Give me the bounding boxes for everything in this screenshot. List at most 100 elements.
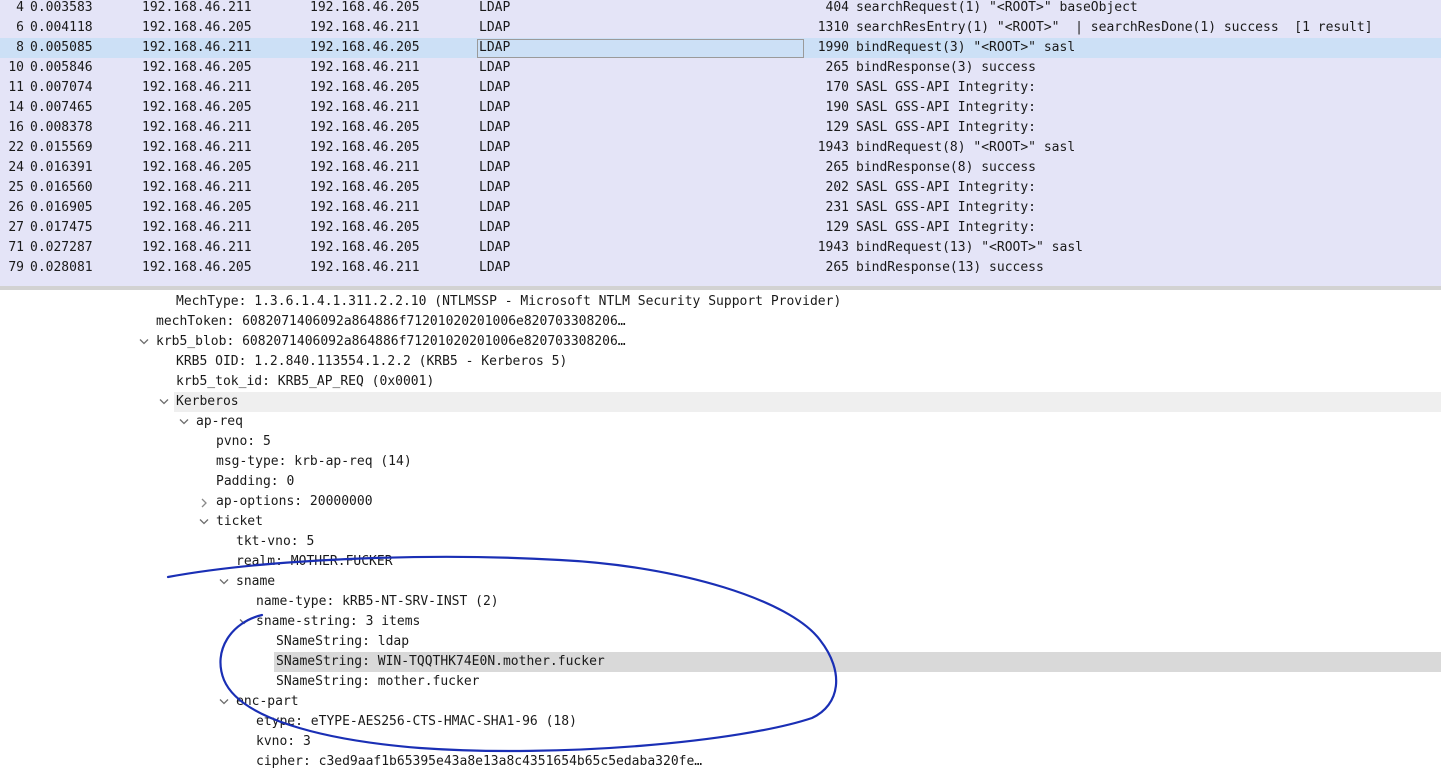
tree-item-label: SNameString: ldap: [276, 634, 410, 649]
packet-len-cell: 231: [825, 200, 849, 215]
tree-item[interactable]: Padding: 0: [0, 472, 1441, 492]
packet-proto-cell: LDAP: [479, 20, 511, 35]
packet-row[interactable]: 4 0.003583 192.168.46.211 192.168.46.205 LDA…: [0, 0, 1441, 18]
chevron-down-icon[interactable]: [218, 692, 230, 712]
packet-len-cell: 1943: [817, 240, 849, 255]
packet-dst-cell: 192.168.46.205: [310, 0, 420, 15]
packet-dst-cell: 192.168.46.211: [310, 160, 420, 175]
tree-item[interactable]: SNameString: mother.fucker: [0, 672, 1441, 692]
chevron-down-icon[interactable]: [218, 572, 230, 592]
packet-len-cell: 170: [825, 80, 849, 95]
tree-item-label: krb5_tok_id: KRB5_AP_REQ (0x0001): [176, 374, 435, 389]
tree-item[interactable]: cipher: c3ed9aaf1b65395e43a8e13a8c435165…: [0, 752, 1441, 772]
tree-item[interactable]: realm: MOTHER.FUCKER: [0, 552, 1441, 572]
tree-item[interactable]: ap-options: 20000000: [0, 492, 1441, 512]
tree-item[interactable]: ap-req: [0, 412, 1441, 432]
packet-row[interactable]: 10 0.005846 192.168.46.205 192.168.46.211 LD…: [0, 58, 1441, 78]
tree-item[interactable]: msg-type: krb-ap-req (14): [0, 452, 1441, 472]
tree-item[interactable]: ticket: [0, 512, 1441, 532]
packet-row[interactable]: 79 0.028081 192.168.46.205 192.168.46.211 LD…: [0, 258, 1441, 278]
packet-no-cell: 27: [8, 220, 24, 235]
packet-list: 4 0.003583 192.168.46.211 192.168.46.205 LDA…: [0, 0, 1441, 286]
tree-item[interactable]: sname: [0, 572, 1441, 592]
packet-proto-cell: LDAP: [479, 120, 511, 135]
tree-item-label: tkt-vno: 5: [236, 534, 315, 549]
tree-item-label: kvno: 3: [256, 734, 311, 749]
packet-src-cell: 192.168.46.211: [142, 120, 252, 135]
tree-item[interactable]: krb5_blob: 6082071406092a864886f71201020…: [0, 332, 1441, 352]
packet-row[interactable]: 22 0.015569 192.168.46.211 192.168.46.205 LD…: [0, 138, 1441, 158]
packet-dst-cell: 192.168.46.211: [310, 100, 420, 115]
packet-time-cell: 0.016560: [30, 180, 93, 195]
packet-row-partial[interactable]: [0, 278, 1441, 286]
packet-time-cell: 0.016391: [30, 160, 93, 175]
packet-info-cell: bindResponse(8) success: [856, 160, 1037, 175]
chevron-down-icon[interactable]: [178, 412, 190, 432]
packet-no-cell: 11: [8, 80, 24, 95]
packet-len-cell: 404: [825, 0, 849, 15]
packet-row[interactable]: 14 0.007465 192.168.46.205 192.168.46.211 LD…: [0, 98, 1441, 118]
packet-info-cell: SASL GSS-API Integrity:: [856, 200, 1037, 215]
packet-row[interactable]: 71 0.027287 192.168.46.211 192.168.46.205 LD…: [0, 238, 1441, 258]
packet-proto-cell: LDAP: [479, 260, 511, 275]
packet-src-cell: 192.168.46.211: [142, 0, 252, 15]
chevron-down-icon[interactable]: [158, 392, 170, 412]
packet-info-cell: searchRequest(1) "<ROOT>" baseObject: [856, 0, 1138, 15]
tree-item-label: enc-part: [236, 694, 299, 709]
tree-item-label: SNameString: mother.fucker: [276, 674, 480, 689]
packet-no-cell: 22: [8, 140, 24, 155]
packet-dst-cell: 192.168.46.211: [310, 200, 420, 215]
tree-item[interactable]: tkt-vno: 5: [0, 532, 1441, 552]
tree-item[interactable]: pvno: 5: [0, 432, 1441, 452]
tree-item[interactable]: SNameString: ldap: [0, 632, 1441, 652]
tree-item[interactable]: krb5_tok_id: KRB5_AP_REQ (0x0001): [0, 372, 1441, 392]
tree-item-label: name-type: kRB5-NT-SRV-INST (2): [256, 594, 499, 609]
packet-row[interactable]: 11 0.007074 192.168.46.211 192.168.46.205 LD…: [0, 78, 1441, 98]
packet-src-cell: 192.168.46.211: [142, 220, 252, 235]
packet-dst-cell: 192.168.46.205: [310, 240, 420, 255]
chevron-down-icon[interactable]: [138, 332, 150, 352]
packet-no-cell: 71: [8, 240, 24, 255]
tree-item[interactable]: Kerberos: [0, 392, 1441, 412]
tree-item[interactable]: kvno: 3: [0, 732, 1441, 752]
packet-no-cell: 6: [16, 20, 24, 35]
packet-time-cell: 0.007074: [30, 80, 93, 95]
tree-item-label: sname-string: 3 items: [256, 614, 421, 629]
packet-src-cell: 192.168.46.205: [142, 260, 252, 275]
tree-item[interactable]: name-type: kRB5-NT-SRV-INST (2): [0, 592, 1441, 612]
chevron-right-icon[interactable]: [198, 492, 210, 512]
packet-row[interactable]: 6 0.004118 192.168.46.205 192.168.46.211 LDA…: [0, 18, 1441, 38]
packet-proto-cell: LDAP: [479, 200, 511, 215]
packet-row[interactable]: 8 0.005085 192.168.46.211 192.168.46.205 LDA…: [0, 38, 1441, 58]
packet-src-cell: 192.168.46.205: [142, 160, 252, 175]
tree-item[interactable]: KRB5 OID: 1.2.840.113554.1.2.2 (KRB5 - K…: [0, 352, 1441, 372]
packet-len-cell: 129: [825, 120, 849, 135]
packet-len-cell: 202: [825, 180, 849, 195]
packet-no-cell: 10: [8, 60, 24, 75]
packet-row[interactable]: 24 0.016391 192.168.46.205 192.168.46.211 LD…: [0, 158, 1441, 178]
chevron-down-icon[interactable]: [238, 612, 250, 632]
tree-item-label: krb5_blob: 6082071406092a864886f71201020…: [156, 334, 626, 349]
packet-row[interactable]: 25 0.016560 192.168.46.211 192.168.46.205 LD…: [0, 178, 1441, 198]
packet-src-cell: 192.168.46.205: [142, 200, 252, 215]
tree-item[interactable]: etype: eTYPE-AES256-CTS-HMAC-SHA1-96 (18…: [0, 712, 1441, 732]
tree-item-label: realm: MOTHER.FUCKER: [236, 554, 393, 569]
focus-outline: [477, 39, 804, 58]
packet-no-cell: 26: [8, 200, 24, 215]
tree-item-label: pvno: 5: [216, 434, 271, 449]
tree-item-label: sname: [236, 574, 276, 589]
tree-item[interactable]: SNameString: WIN-TQQTHK74E0N.mother.fuck…: [0, 652, 1441, 672]
tree-item[interactable]: MechType: 1.3.6.1.4.1.311.2.2.10 (NTLMSS…: [0, 292, 1441, 312]
packet-dst-cell: 192.168.46.205: [310, 120, 420, 135]
tree-item[interactable]: enc-part: [0, 692, 1441, 712]
packet-src-cell: 192.168.46.205: [142, 60, 252, 75]
packet-details-tree: MechType: 1.3.6.1.4.1.311.2.2.10 (NTLMSS…: [0, 290, 1441, 774]
packet-row[interactable]: 16 0.008378 192.168.46.211 192.168.46.205 LD…: [0, 118, 1441, 138]
packet-dst-cell: 192.168.46.205: [310, 40, 420, 55]
tree-item[interactable]: mechToken: 6082071406092a864886f71201020…: [0, 312, 1441, 332]
packet-row[interactable]: 26 0.016905 192.168.46.205 192.168.46.211 LD…: [0, 198, 1441, 218]
chevron-down-icon[interactable]: [198, 512, 210, 532]
packet-row[interactable]: 27 0.017475 192.168.46.211 192.168.46.205 LD…: [0, 218, 1441, 238]
packet-src-cell: 192.168.46.205: [142, 100, 252, 115]
tree-item[interactable]: sname-string: 3 items: [0, 612, 1441, 632]
